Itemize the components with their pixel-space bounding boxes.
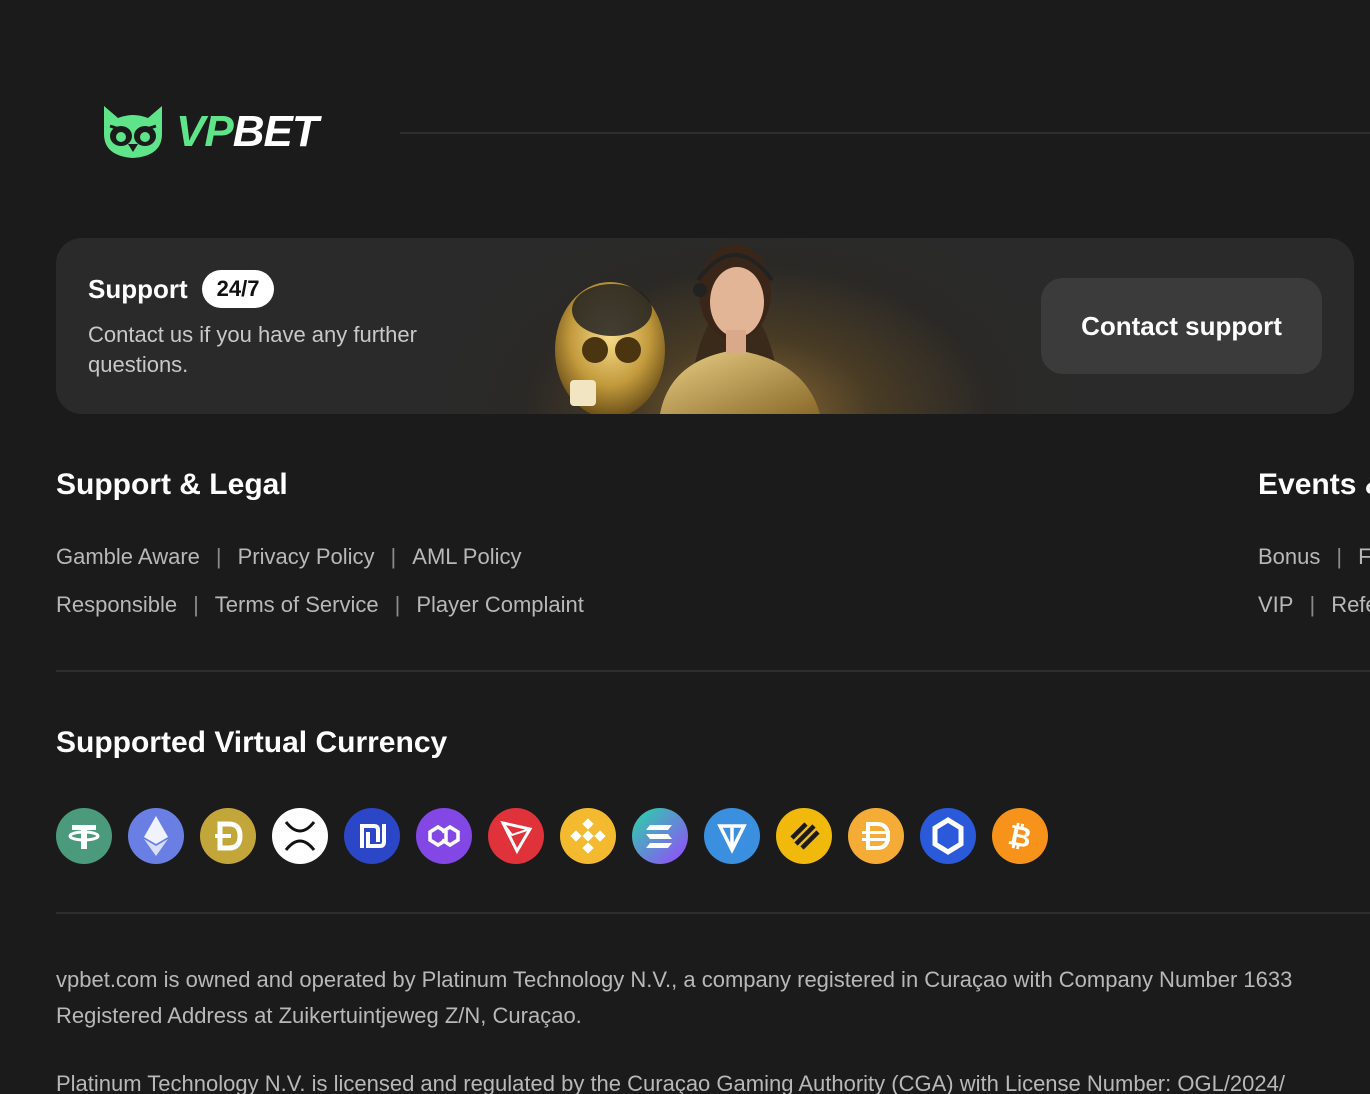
events-links-row-1: Bonus | F: [1258, 544, 1370, 570]
link-separator: |: [215, 544, 222, 569]
logo-bet-text: BET: [232, 107, 319, 156]
tron-icon: [488, 808, 544, 864]
events-title: Events &: [1258, 468, 1370, 501]
support-heading: Support 24/7: [88, 270, 275, 308]
link-responsible[interactable]: Responsible: [56, 592, 177, 618]
link-separator: |: [390, 544, 397, 569]
support-legal-links-row-1: Gamble Aware | Privacy Policy | AML Poli…: [56, 544, 521, 570]
link-player-complaint[interactable]: Player Complaint: [416, 592, 584, 618]
vpbet-logo[interactable]: VPBET: [100, 104, 319, 160]
currency-icons: ₿: [56, 808, 1048, 864]
support-legal-links-row-2: Responsible | Terms of Service | Player …: [56, 592, 584, 618]
link-separator: |: [1336, 544, 1343, 569]
events-links-row-2: VIP | Refe: [1258, 592, 1370, 618]
link-separator: |: [193, 592, 199, 617]
xrp-icon: [272, 808, 328, 864]
support-title: Support: [88, 273, 188, 304]
binance-icon: [560, 808, 616, 864]
svg-text:₿: ₿: [1005, 818, 1034, 855]
support-hours-badge: 24/7: [201, 270, 275, 308]
link-privacy-policy[interactable]: Privacy Policy: [238, 544, 375, 570]
logo-wordmark: VPBET: [176, 107, 319, 156]
solana-icon: [632, 808, 688, 864]
header-divider: [400, 132, 1370, 134]
bitcoin-icon: ₿: [992, 808, 1048, 864]
contact-support-button[interactable]: Contact support: [1041, 278, 1322, 374]
shekel-icon: [344, 808, 400, 864]
owl-logo-icon: [104, 106, 162, 158]
link-events-cropped[interactable]: F: [1358, 544, 1370, 570]
chainlink-icon: [920, 808, 976, 864]
support-description: Contact us if you have any further quest…: [88, 322, 417, 377]
busd-icon: [776, 808, 832, 864]
currency-title: Supported Virtual Currency: [56, 726, 448, 759]
legal-address-text: Registered Address at Zuikertuintjeweg Z…: [56, 1003, 582, 1028]
dogecoin-icon: [200, 808, 256, 864]
link-vip[interactable]: VIP: [1258, 592, 1293, 618]
legal-ownership-text: vpbet.com is owned and operated by Plati…: [56, 967, 1293, 992]
dai-icon: [848, 808, 904, 864]
polygon-icon: [416, 808, 472, 864]
support-legal-title: Support & Legal: [56, 468, 288, 501]
footer-page: VPBET Support 24/7 Contact us if you hav…: [0, 0, 1370, 1094]
link-separator: |: [394, 592, 401, 617]
link-separator: |: [1309, 592, 1316, 617]
link-referral[interactable]: Refe: [1331, 592, 1370, 618]
link-aml-policy[interactable]: AML Policy: [412, 544, 521, 570]
link-gamble-aware[interactable]: Gamble Aware: [56, 544, 200, 570]
link-bonus[interactable]: Bonus: [1258, 544, 1320, 570]
section-divider: [56, 912, 1370, 914]
section-divider: [56, 670, 1370, 672]
legal-license-text: Platinum Technology N.V. is licensed and…: [56, 1071, 1285, 1094]
support-agent-illustration: [540, 210, 840, 414]
ethereum-icon: [128, 808, 184, 864]
ton-icon: [704, 808, 760, 864]
tether-icon: [56, 808, 112, 864]
link-terms-of-service[interactable]: Terms of Service: [215, 592, 379, 618]
logo-vp-text: VP: [176, 107, 234, 156]
